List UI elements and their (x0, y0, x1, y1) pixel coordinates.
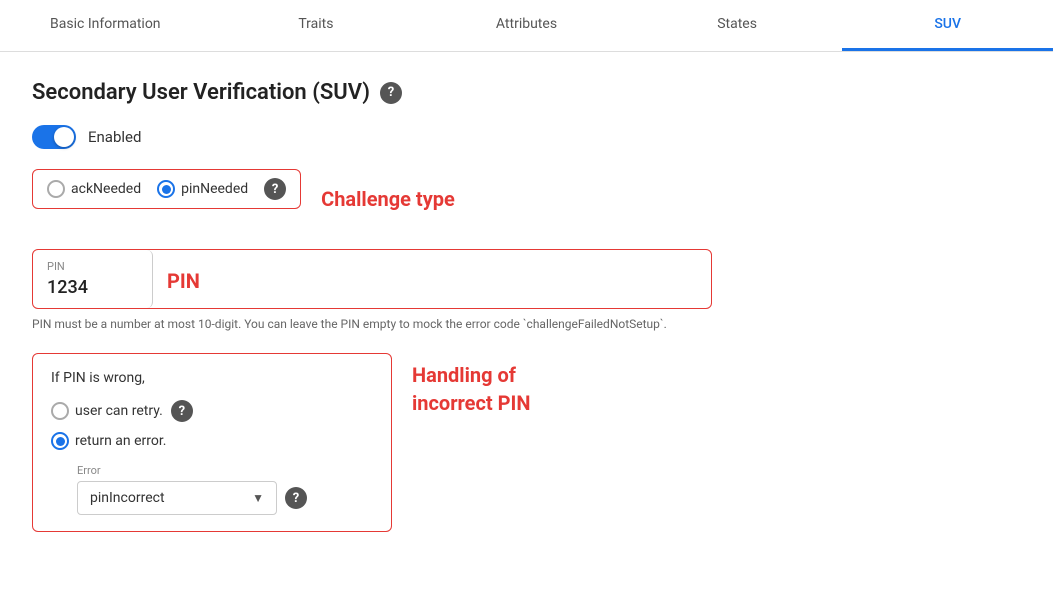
radio-retry[interactable]: user can retry. (51, 402, 163, 420)
dropdown-arrow-icon: ▼ (252, 491, 264, 505)
challenge-type-annotation: Challenge type (321, 187, 455, 211)
pin-hint: PIN must be a number at most 10-digit. Y… (32, 315, 1021, 333)
pin-annotation-text: PIN (167, 269, 200, 293)
incorrect-pin-annotation-container: Handling ofincorrect PIN (412, 361, 531, 417)
page-title-row: Secondary User Verification (SUV) ? (32, 80, 1021, 105)
enabled-label: Enabled (88, 128, 141, 146)
radio-return-error-circle[interactable] (51, 432, 69, 450)
radio-pin-needed[interactable]: pinNeeded (157, 180, 248, 198)
enabled-toggle-row: Enabled (32, 125, 1021, 149)
pin-field-label: PIN (47, 260, 138, 273)
return-error-row: return an error. (51, 432, 373, 450)
radio-retry-label: user can retry. (75, 403, 163, 419)
error-dropdown[interactable]: pinIncorrect ▼ (77, 481, 277, 515)
incorrect-pin-title: If PIN is wrong, (51, 370, 373, 386)
tab-traits[interactable]: Traits (211, 0, 422, 51)
retry-help-icon[interactable]: ? (171, 400, 193, 422)
tab-suv[interactable]: SUV (842, 0, 1053, 51)
pin-value: 1234 (47, 277, 138, 298)
incorrect-pin-row: If PIN is wrong, user can retry. ? retur… (32, 353, 1021, 532)
main-container: Basic Information Traits Attributes Stat… (0, 0, 1053, 601)
challenge-type-row: ackNeeded pinNeeded ? Challenge type (32, 169, 1021, 229)
radio-ack-circle[interactable] (47, 180, 65, 198)
challenge-type-radio-group: ackNeeded pinNeeded ? (32, 169, 301, 209)
retry-row: user can retry. ? (51, 400, 373, 422)
tab-basic-information[interactable]: Basic Information (0, 0, 211, 51)
radio-return-error-label: return an error. (75, 433, 166, 449)
radio-pin-label: pinNeeded (181, 181, 248, 197)
radio-ack-label: ackNeeded (71, 181, 141, 197)
title-help-icon[interactable]: ? (380, 82, 402, 104)
pin-section-row: PIN 1234 PIN (32, 249, 1021, 309)
radio-pin-circle[interactable] (157, 180, 175, 198)
incorrect-pin-box: If PIN is wrong, user can retry. ? retur… (32, 353, 392, 532)
error-dropdown-box: pinIncorrect ▼ ? (77, 481, 373, 515)
error-dropdown-label: Error (77, 464, 373, 477)
page-title-text: Secondary User Verification (SUV) (32, 80, 370, 105)
tab-bar: Basic Information Traits Attributes Stat… (0, 0, 1053, 52)
main-content: Secondary User Verification (SUV) ? Enab… (0, 52, 1053, 560)
challenge-type-help-icon[interactable]: ? (264, 178, 286, 200)
error-dropdown-row: Error pinIncorrect ▼ ? (77, 464, 373, 515)
tab-states[interactable]: States (632, 0, 843, 51)
error-dropdown-help-icon[interactable]: ? (285, 487, 307, 509)
error-dropdown-value: pinIncorrect (90, 490, 165, 506)
radio-retry-circle[interactable] (51, 402, 69, 420)
radio-ack-needed[interactable]: ackNeeded (47, 180, 141, 198)
incorrect-pin-annotation: Handling ofincorrect PIN (412, 363, 531, 415)
pin-annotation-inline: PIN (153, 250, 711, 308)
pin-input-box: PIN 1234 (33, 250, 153, 308)
radio-return-error[interactable]: return an error. (51, 432, 166, 450)
tab-attributes[interactable]: Attributes (421, 0, 632, 51)
enabled-toggle[interactable] (32, 125, 76, 149)
